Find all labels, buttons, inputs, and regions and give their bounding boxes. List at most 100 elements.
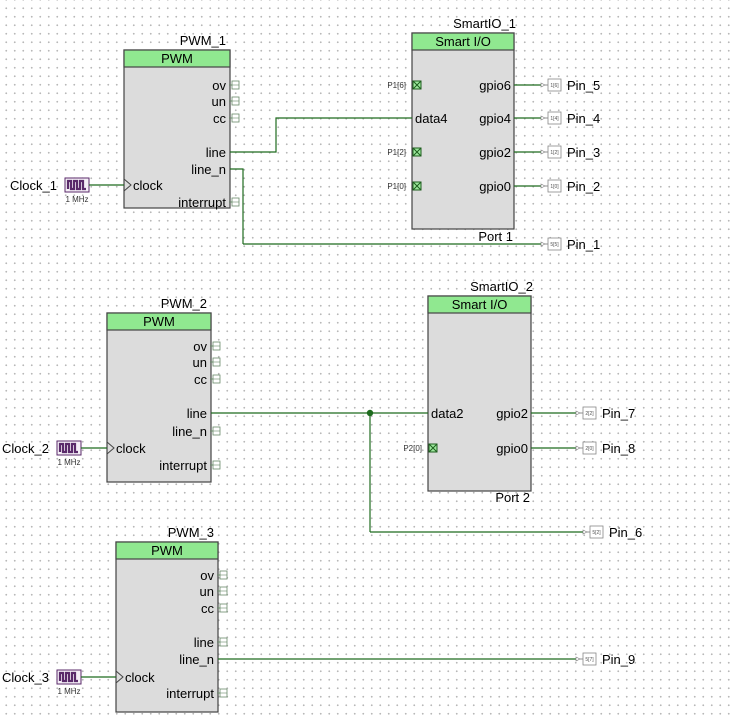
clock-frequency: 1 MHz: [57, 458, 80, 467]
smartio-block-1[interactable]: SmartIO_1 Smart I/O P1[6] data4 P1[2] P1[0] gp…: [387, 16, 516, 244]
port-label: Port 1: [478, 229, 513, 244]
instance-name: SmartIO_1: [453, 16, 516, 31]
pin-name: Pin_1: [567, 237, 600, 252]
pin-label-interrupt: interrupt: [159, 458, 207, 473]
arrow-icon: [540, 241, 546, 247]
pin-label-line_n: line_n: [191, 162, 226, 177]
clock-component-1[interactable]: Clock_1 1 MHz: [10, 177, 90, 204]
fixed-port-label: P1[6]: [387, 81, 406, 90]
pin-port: 2[0]: [585, 446, 594, 452]
instance-name: PWM_2: [161, 296, 207, 311]
pin-label-data4: data4: [415, 111, 448, 126]
arrow-icon: [540, 115, 546, 121]
arrow-icon: [540, 183, 546, 189]
arrow-icon: [540, 82, 546, 88]
pin-label-clock: clock: [116, 441, 146, 456]
arrow-icon: [575, 410, 581, 416]
pin-name: Pin_2: [567, 179, 600, 194]
pin-name: Pin_7: [602, 406, 635, 421]
pin-label-cc: cc: [201, 601, 215, 616]
pin-label-gpio4: gpio4: [479, 111, 511, 126]
pin-label-ov: ov: [200, 568, 214, 583]
port-label: Port 2: [495, 490, 530, 505]
instance-name: SmartIO_2: [470, 279, 533, 294]
pin-label-gpio2: gpio2: [496, 406, 528, 421]
clock-component-2[interactable]: Clock_2 1 MHz: [2, 440, 82, 467]
pin-label-ov: ov: [193, 339, 207, 354]
arrow-icon: [540, 149, 546, 155]
component-type: Smart I/O: [452, 297, 508, 312]
output-pin-pin_9[interactable]: 5[7] Pin_9: [575, 652, 635, 667]
pin-name: Pin_3: [567, 145, 600, 160]
arrow-icon: [582, 529, 588, 535]
output-pin-pin_1[interactable]: 5[5] Pin_1: [540, 237, 600, 252]
clock-name: Clock_2: [2, 441, 49, 456]
pin-label-cc: cc: [213, 111, 227, 126]
component-type: PWM: [161, 51, 193, 66]
pin-name: Pin_6: [609, 525, 642, 540]
output-pin-pin_4[interactable]: 1[4] Pin_4: [540, 111, 600, 126]
pwm-block-2[interactable]: PWM_2 PWM ovun cc line line_nclock interrupt: [106, 296, 221, 483]
output-pin-pin_2[interactable]: 1[0] Pin_2: [540, 179, 600, 194]
pin-label-un: un: [200, 584, 214, 599]
arrow-icon: [575, 445, 581, 451]
pin-label-interrupt: interrupt: [178, 195, 226, 210]
output-pin-pin_6[interactable]: 5[2] Pin_6: [582, 525, 642, 540]
pin-label-line: line: [187, 406, 207, 421]
junction-dot: [366, 409, 374, 417]
pin-label-data2: data2: [431, 406, 464, 421]
pin-label-gpio2: gpio2: [479, 145, 511, 160]
pin-label-line_n: line_n: [179, 652, 214, 667]
pin-port: 5[7]: [585, 657, 594, 663]
pin-label-gpio0: gpio0: [496, 441, 528, 456]
pin-port: 1[2]: [550, 150, 559, 156]
pin-label-line: line: [194, 635, 214, 650]
pin-label-clock: clock: [125, 670, 155, 685]
pin-label-gpio6: gpio6: [479, 78, 511, 93]
pin-port: 1[0]: [550, 184, 559, 190]
clock-frequency: 1 MHz: [57, 687, 80, 696]
fixed-port-label: P1[0]: [387, 182, 406, 191]
pin-name: Pin_5: [567, 78, 600, 93]
component-type: Smart I/O: [435, 34, 491, 49]
output-pin-pin_8[interactable]: 2[0] Pin_8: [575, 441, 635, 456]
clock-name: Clock_1: [10, 178, 57, 193]
pin-label-cc: cc: [194, 372, 208, 387]
pwm-block-1[interactable]: PWM_1 PWM ovun cc line line_nclock interrupt: [123, 33, 240, 210]
clock-name: Clock_3: [2, 670, 49, 685]
instance-name: PWM_3: [168, 525, 214, 540]
wire-pwm1-line-to-data4[interactable]: [230, 117, 412, 153]
pin-label-interrupt: interrupt: [166, 686, 214, 701]
pin-label-gpio0: gpio0: [479, 179, 511, 194]
smartio-block-2[interactable]: SmartIO_2 Smart I/O data2 P2[0] gpio2 gpio0 Po…: [403, 279, 533, 505]
arrow-icon: [575, 656, 581, 662]
clock-frequency: 1 MHz: [65, 195, 88, 204]
pin-label-un: un: [212, 94, 226, 109]
output-pin-pin_3[interactable]: 1[2] Pin_3: [540, 145, 600, 160]
clock-component-3[interactable]: Clock_3 1 MHz: [2, 669, 82, 696]
wire-pwm1-line-n[interactable]: [230, 168, 244, 244]
pin-label-clock: clock: [133, 178, 163, 193]
pwm-block-3[interactable]: PWM_3 PWM ovun cc line line_nclock interrupt: [115, 525, 228, 713]
pin-name: Pin_8: [602, 441, 635, 456]
pin-port: 1[4]: [550, 116, 559, 122]
instance-name: PWM_1: [180, 33, 226, 48]
pin-label-line_n: line_n: [172, 424, 207, 439]
output-pin-pin_7[interactable]: 2[2] Pin_7: [575, 406, 635, 421]
schematic-canvas[interactable]: PWM_1PWMovuncclineline_nclockinterruptCl…: [0, 0, 734, 721]
pin-label-ov: ov: [212, 78, 226, 93]
pin-port: 2[2]: [585, 411, 594, 417]
pin-label-line: line: [206, 145, 226, 160]
fixed-port-label: P1[2]: [387, 148, 406, 157]
pin-port: 1[6]: [550, 83, 559, 89]
pin-name: Pin_4: [567, 111, 600, 126]
component-body[interactable]: [411, 32, 515, 230]
fixed-port-label: P2[0]: [403, 444, 422, 453]
component-type: PWM: [151, 543, 183, 558]
pin-name: Pin_9: [602, 652, 635, 667]
pin-label-un: un: [193, 355, 207, 370]
pin-port: 5[5]: [550, 242, 559, 248]
output-pin-pin_5[interactable]: 1[6] Pin_5: [540, 78, 600, 93]
component-body[interactable]: [427, 295, 532, 492]
pin-port: 5[2]: [592, 530, 601, 536]
